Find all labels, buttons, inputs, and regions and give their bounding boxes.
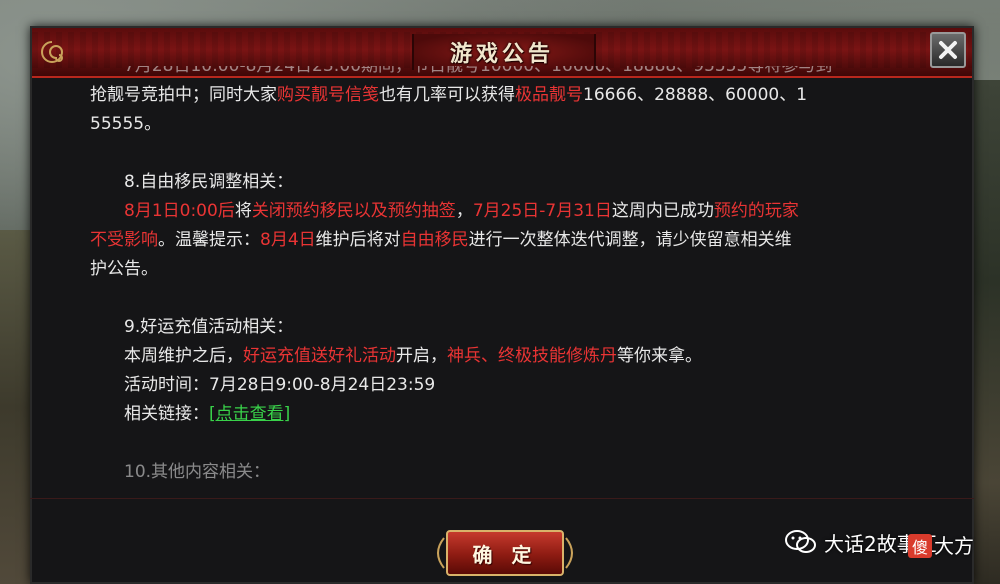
text-line: 不受影响。温馨提示：8月4日维护后将对自由移民进行一次整体迭代调整，请少侠留意相…: [90, 226, 920, 255]
watermark-badge: 傻: [908, 534, 932, 558]
wechat-icon: [785, 530, 816, 553]
text-span: 这周内已成功: [611, 201, 714, 221]
text-span: 本周维护之后，: [124, 346, 243, 366]
highlight-text: 购买靓号信笺: [277, 85, 379, 105]
text-line: 8月1日0:00后将关闭预约移民以及预约抽签，7月25日-7月31日这周内已成功…: [90, 197, 920, 226]
highlight-text: 预约的玩家: [713, 201, 799, 221]
highlight-text: 自由移民: [400, 230, 469, 250]
text-span: 55555。: [90, 114, 162, 134]
dialog-title: 游戏公告: [449, 41, 554, 67]
text-line: 活动时间：7月28日9:00-8月24日23:59: [90, 371, 920, 400]
text-span: 将: [234, 201, 252, 221]
text-line: 55555。: [90, 110, 920, 139]
text-span: 也有几率可以获得: [379, 85, 515, 105]
highlight-text: 不受影响: [90, 230, 158, 250]
text-span: 抢靓号竞拍中；同时大家: [90, 85, 277, 105]
confirm-button[interactable]: 确 定: [446, 530, 564, 576]
highlight-text: 关闭预约移民以及预约抽签: [251, 201, 456, 221]
highlight-text: 8月4日: [260, 230, 316, 250]
text-span: 护公告。: [90, 259, 158, 279]
highlight-text: 好运充值送好礼活动: [243, 346, 396, 366]
section-9-title: 9.好运充值活动相关：: [90, 313, 920, 342]
announcement-content[interactable]: 7月28日10:00-8月24日23:00期间，节日靓号10000、16666、…: [90, 66, 920, 494]
text-line: 7月28日10:00-8月24日23:00期间，节日靓号10000、16666、…: [90, 66, 920, 81]
text-span: 维护后将对: [315, 230, 401, 250]
event-time: 活动时间：7月28日9:00-8月24日23:59: [124, 375, 436, 395]
watermark-tail: 大方: [934, 534, 974, 558]
link-label: 相关链接：: [124, 404, 209, 424]
section-heading: 8.自由移民调整相关：: [124, 172, 294, 192]
section-heading: 10.其他内容相关：: [124, 462, 271, 482]
close-icon: [939, 41, 957, 59]
button-ornament-icon: [565, 537, 573, 569]
section-8-title: 8.自由移民调整相关：: [90, 168, 920, 197]
text-line: 相关链接：[点击查看]: [90, 400, 920, 429]
text-span: 。温馨提示：: [158, 230, 260, 250]
text-span: 16666、28888、60000、1: [583, 85, 808, 105]
text-span: 开启，: [396, 346, 447, 366]
highlight-text: 8月1日0:00后: [124, 201, 235, 221]
text-line: 抢靓号竞拍中；同时大家购买靓号信笺也有几率可以获得极品靓号16666、28888…: [90, 81, 920, 110]
text-line: 本周维护之后，好运充值送好礼活动开启，神兵、终极技能修炼丹等你来拿。: [90, 342, 920, 371]
close-button[interactable]: [930, 32, 966, 68]
cut-off-line: 7月28日10:00-8月24日23:00期间，节日靓号10000、16666、…: [124, 66, 833, 76]
text-line: 10.其他内容相关：: [90, 458, 920, 487]
text-span: 等你来拿。: [617, 346, 702, 366]
highlight-text: 7月25日-7月31日: [472, 201, 612, 221]
highlight-text: 神兵、终极技能修炼丹: [447, 346, 617, 366]
view-details-link[interactable]: [点击查看]: [209, 404, 290, 424]
footer-divider: [30, 498, 974, 499]
text-span: 进行一次整体迭代调整，请少侠留意相关维: [468, 230, 792, 250]
text-line: 护公告。: [90, 255, 920, 284]
highlight-text: 极品靓号: [515, 85, 583, 105]
swirl-ornament-icon: [41, 41, 64, 63]
text-span: ，: [455, 201, 473, 221]
button-ornament-icon: [437, 537, 445, 569]
section-heading: 9.好运充值活动相关：: [124, 317, 294, 337]
